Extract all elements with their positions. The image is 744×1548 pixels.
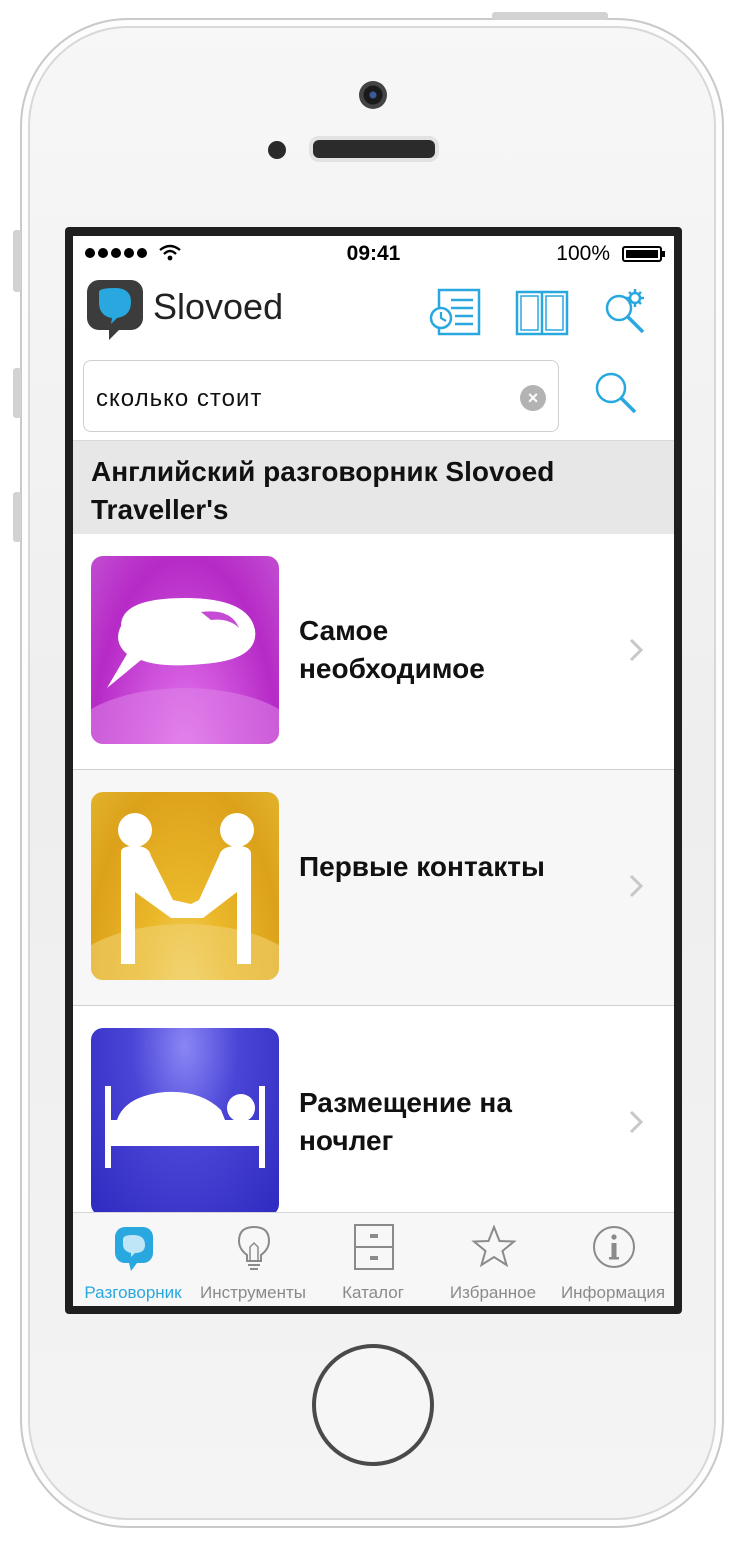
tab-label: Избранное bbox=[449, 1283, 537, 1302]
category-title: Первые контакты bbox=[299, 851, 545, 882]
section-header: Английский разговорник Slovoed Traveller… bbox=[73, 440, 674, 534]
chat-bubble-icon bbox=[115, 1227, 153, 1271]
chevron-right-icon bbox=[629, 874, 643, 898]
clear-icon[interactable]: × bbox=[520, 385, 546, 411]
cabinet-icon bbox=[354, 1224, 394, 1270]
app-header: Slovoed bbox=[73, 272, 674, 358]
power-button bbox=[492, 12, 608, 20]
silent-switch bbox=[13, 230, 21, 292]
tab-label: Информация bbox=[560, 1283, 666, 1302]
category-row-accommodation[interactable]: Размещение на ночлег bbox=[73, 1006, 674, 1242]
earpiece-speaker bbox=[309, 136, 439, 162]
search-input-value: сколько стоит bbox=[96, 385, 263, 412]
category-row-first-contacts[interactable]: Первые контакты bbox=[73, 770, 674, 1006]
home-button[interactable] bbox=[312, 1344, 434, 1466]
status-bar: 09:41 100% bbox=[73, 236, 674, 272]
volume-up-button bbox=[13, 368, 21, 418]
tab-bar: Разговорник Инструменты Каталог Избранно… bbox=[73, 1212, 674, 1306]
tab-phrasebook[interactable]: Разговорник bbox=[73, 1213, 193, 1306]
category-row-essentials[interactable]: Самое необходимое bbox=[73, 534, 674, 770]
section-title: Английский разговорник Slovoed Traveller… bbox=[91, 456, 555, 525]
screen: 09:41 100% Slovoed сколько стоит × Англи… bbox=[73, 236, 674, 1306]
lightbulb-icon bbox=[237, 1225, 271, 1270]
tab-label: Разговорник bbox=[84, 1283, 182, 1302]
tab-info[interactable]: Информация bbox=[553, 1213, 673, 1306]
search-row: сколько стоит × bbox=[73, 358, 674, 440]
category-title: Самое необходимое bbox=[299, 615, 485, 684]
battery-percent: 100% bbox=[556, 242, 610, 265]
tab-label: Каталог bbox=[342, 1283, 404, 1302]
slovoed-logo-icon bbox=[87, 280, 143, 340]
category-title: Размещение на ночлег bbox=[299, 1087, 512, 1156]
book-icon[interactable] bbox=[513, 286, 571, 340]
tab-favorites[interactable]: Избранное bbox=[433, 1213, 553, 1306]
tab-catalog[interactable]: Каталог bbox=[313, 1213, 433, 1306]
volume-down-button bbox=[13, 492, 21, 542]
handshake-icon bbox=[91, 792, 279, 980]
proximity-sensor bbox=[268, 141, 286, 159]
search-settings-icon[interactable] bbox=[601, 286, 659, 340]
history-list-icon[interactable] bbox=[427, 286, 485, 340]
chevron-right-icon bbox=[629, 638, 643, 662]
chevron-right-icon bbox=[629, 1110, 643, 1134]
info-icon bbox=[593, 1226, 635, 1268]
star-icon bbox=[471, 1224, 517, 1268]
bed-icon bbox=[91, 1028, 279, 1216]
search-input[interactable]: сколько стоит × bbox=[83, 360, 559, 432]
speech-bubble-icon bbox=[91, 556, 279, 744]
front-camera bbox=[359, 81, 387, 109]
tab-tools[interactable]: Инструменты bbox=[193, 1213, 313, 1306]
battery-icon bbox=[622, 246, 665, 262]
app-brand: Slovoed bbox=[153, 286, 284, 327]
tab-label: Инструменты bbox=[199, 1283, 306, 1302]
search-icon[interactable] bbox=[591, 368, 641, 418]
